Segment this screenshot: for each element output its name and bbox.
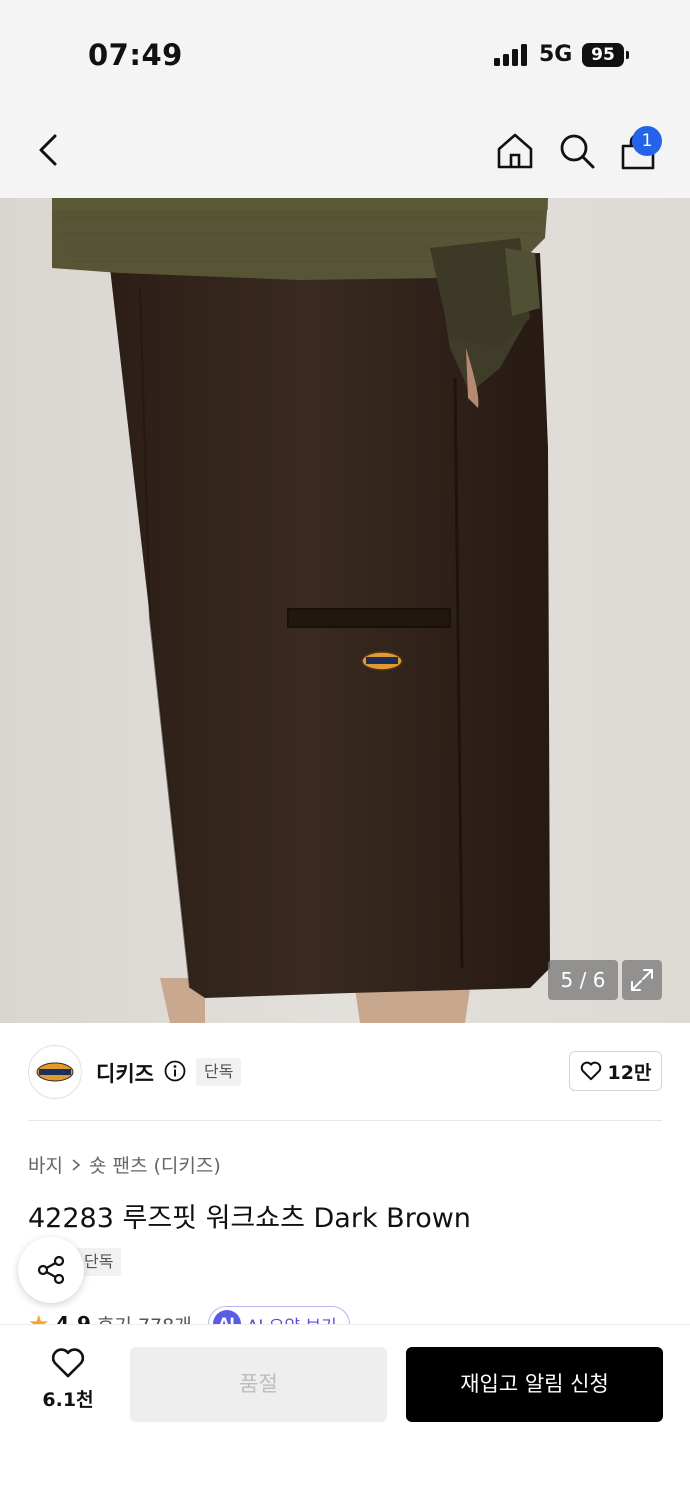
wishlist-count: 6.1천 bbox=[42, 1389, 94, 1411]
home-icon bbox=[497, 133, 533, 169]
brand-like-button[interactable]: 12만 bbox=[569, 1051, 662, 1091]
share-button[interactable] bbox=[18, 1237, 84, 1303]
bottom-action-bar: 6.1천 품절 재입고 알림 신청 bbox=[0, 1324, 690, 1500]
ai-summary-button[interactable]: AI AI 요약 보기 bbox=[207, 1306, 350, 1325]
divider bbox=[28, 1120, 662, 1121]
network-label: 5G bbox=[539, 42, 573, 67]
signal-icon bbox=[494, 44, 530, 66]
rating-row: ★ 4.9 후기 778개 AI AI 요약 보기 bbox=[28, 1306, 350, 1324]
search-button[interactable] bbox=[556, 130, 598, 172]
chevron-left-icon bbox=[39, 134, 57, 166]
info-icon[interactable] bbox=[164, 1060, 186, 1082]
soldout-button[interactable]: 품절 bbox=[130, 1347, 387, 1422]
home-button[interactable] bbox=[494, 130, 536, 172]
product-title: 42283 루즈핏 워크쇼츠 Dark Brown bbox=[28, 1203, 471, 1234]
restock-alert-button[interactable]: 재입고 알림 신청 bbox=[406, 1347, 663, 1422]
rating-value: 4.9 bbox=[55, 1312, 91, 1324]
cart-count-badge: 1 bbox=[632, 126, 662, 156]
rating-row-clip: ★ 4.9 후기 778개 AI AI 요약 보기 bbox=[0, 1296, 690, 1324]
ai-logo-icon: AI bbox=[212, 1310, 241, 1324]
ai-summary-label: AI 요약 보기 bbox=[247, 1312, 337, 1325]
image-counter: 5 / 6 bbox=[548, 960, 618, 1000]
heart-icon bbox=[51, 1348, 85, 1378]
dickies-logo bbox=[36, 1062, 74, 1082]
back-button[interactable] bbox=[28, 130, 68, 170]
expand-image-button[interactable] bbox=[622, 960, 662, 1000]
brand-name[interactable]: 디키즈 bbox=[96, 1058, 154, 1088]
share-icon bbox=[37, 1255, 65, 1285]
expand-icon bbox=[631, 969, 653, 991]
status-bar: 07:49 5G 95 bbox=[0, 0, 690, 100]
product-photo bbox=[0, 198, 690, 1023]
battery-tip bbox=[626, 51, 629, 59]
brand-logo[interactable] bbox=[28, 1045, 82, 1099]
status-time: 07:49 bbox=[88, 38, 183, 72]
search-icon bbox=[560, 134, 595, 169]
wishlist-button[interactable]: 6.1천 bbox=[28, 1347, 108, 1427]
top-navigation bbox=[0, 100, 690, 198]
heart-icon bbox=[580, 1061, 601, 1081]
star-icon: ★ bbox=[28, 1310, 50, 1324]
breadcrumb-item[interactable]: 숏 팬츠 (디키즈) bbox=[89, 1151, 221, 1178]
product-image[interactable] bbox=[0, 198, 690, 1023]
brand-like-count: 12만 bbox=[607, 1061, 652, 1084]
review-count[interactable]: 후기 778개 bbox=[97, 1311, 192, 1325]
chevron-right-icon bbox=[72, 1158, 81, 1171]
breadcrumb-item[interactable]: 바지 bbox=[28, 1151, 63, 1178]
exclusive-badge: 단독 bbox=[196, 1058, 242, 1086]
battery-icon: 95 bbox=[582, 43, 624, 67]
breadcrumb: 바지 숏 팬츠 (디키즈) bbox=[28, 1151, 221, 1178]
